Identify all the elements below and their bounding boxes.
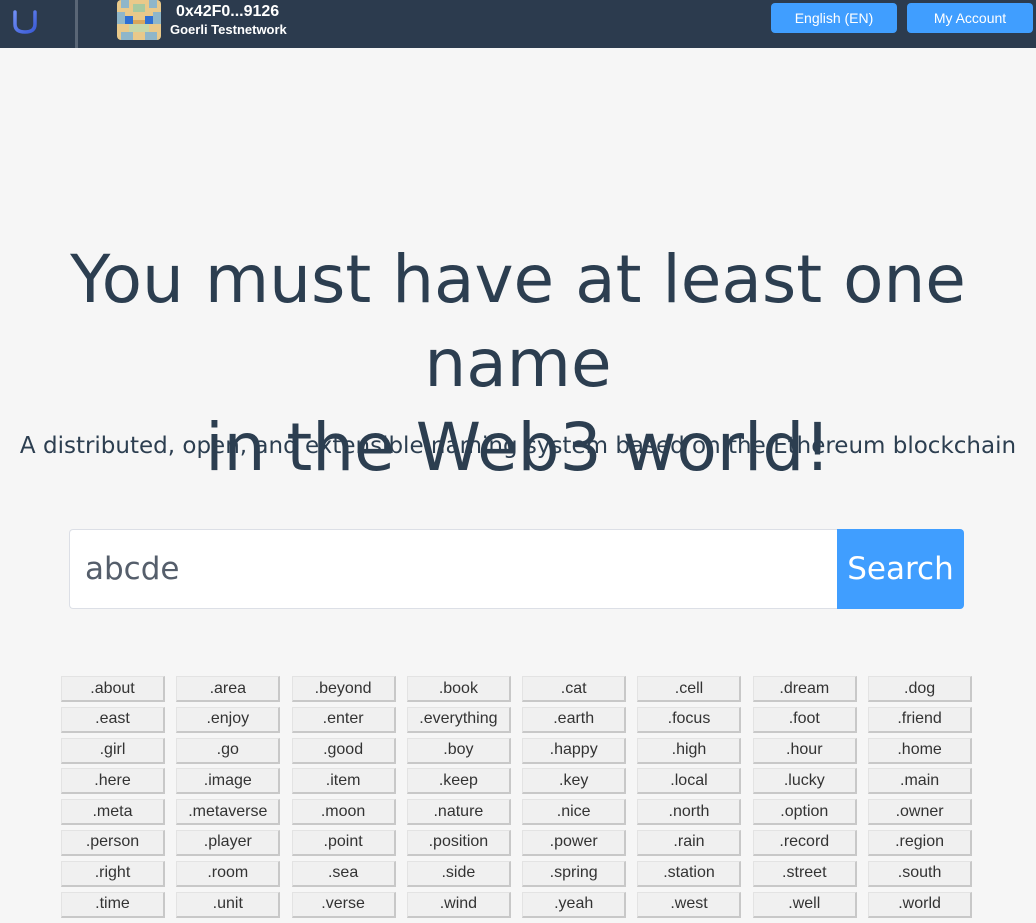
suffix-tag[interactable]: .local bbox=[637, 768, 742, 795]
header-divider bbox=[75, 0, 78, 48]
suffix-tag[interactable]: .about bbox=[61, 676, 165, 702]
suffix-tag[interactable]: .side bbox=[406, 860, 511, 887]
suffix-tag[interactable]: .image bbox=[176, 768, 281, 795]
search-button[interactable]: Search bbox=[837, 529, 964, 609]
suffix-tag[interactable]: .meta bbox=[61, 799, 165, 826]
suffix-tag[interactable]: .player bbox=[176, 829, 281, 856]
suffix-tag[interactable]: .dream bbox=[752, 676, 857, 702]
suffix-tag[interactable]: .position bbox=[406, 829, 511, 856]
suffix-tag[interactable]: .book bbox=[406, 676, 511, 702]
suffix-tag[interactable]: .friend bbox=[868, 706, 973, 733]
suffix-tag[interactable]: .owner bbox=[868, 799, 973, 826]
hero-title-line1: You must have at least one name bbox=[70, 241, 966, 402]
suffix-tag[interactable]: .high bbox=[637, 737, 742, 764]
suffix-tag[interactable]: .area bbox=[176, 676, 281, 702]
suffix-tag[interactable]: .everything bbox=[406, 706, 511, 733]
suffix-tag-grid: .about .area .beyond .book .cat .cell .dream .d… bbox=[61, 676, 973, 918]
suffix-tag[interactable]: .point bbox=[291, 829, 396, 856]
wallet-address[interactable]: 0x42F0...9126 bbox=[176, 3, 279, 21]
suffix-tag[interactable]: .wind bbox=[406, 891, 511, 918]
suffix-tag[interactable]: .main bbox=[868, 768, 973, 795]
suffix-tag[interactable]: .dog bbox=[868, 676, 973, 702]
suffix-tag[interactable]: .cell bbox=[637, 676, 742, 702]
suffix-tag[interactable]: .street bbox=[752, 860, 857, 887]
suffix-tag[interactable]: .focus bbox=[637, 706, 742, 733]
suffix-tag[interactable]: .keep bbox=[406, 768, 511, 795]
suffix-tag[interactable]: .metaverse bbox=[176, 799, 281, 826]
u-letter-logo-icon[interactable] bbox=[10, 6, 40, 38]
suffix-tag[interactable]: .person bbox=[61, 829, 165, 856]
suffix-tag[interactable]: .north bbox=[637, 799, 742, 826]
suffix-tag[interactable]: .room bbox=[176, 860, 281, 887]
suffix-tag[interactable]: .right bbox=[61, 860, 165, 887]
search-input[interactable] bbox=[69, 529, 838, 609]
suffix-tag[interactable]: .unit bbox=[176, 891, 281, 918]
suffix-tag[interactable]: .moon bbox=[291, 799, 396, 826]
suffix-tag[interactable]: .spring bbox=[522, 860, 627, 887]
suffix-tag[interactable]: .station bbox=[637, 860, 742, 887]
suffix-tag[interactable]: .hour bbox=[752, 737, 857, 764]
pixel-avatar-icon[interactable] bbox=[117, 0, 161, 40]
suffix-tag[interactable]: .power bbox=[522, 829, 627, 856]
suffix-tag[interactable]: .lucky bbox=[752, 768, 857, 795]
suffix-tag[interactable]: .key bbox=[522, 768, 627, 795]
suffix-tag[interactable]: .region bbox=[868, 829, 973, 856]
suffix-tag[interactable]: .foot bbox=[752, 706, 857, 733]
suffix-tag[interactable]: .home bbox=[868, 737, 973, 764]
suffix-tag[interactable]: .world bbox=[868, 891, 973, 918]
suffix-tag[interactable]: .cat bbox=[522, 676, 627, 702]
suffix-tag[interactable]: .rain bbox=[637, 829, 742, 856]
suffix-tag[interactable]: .west bbox=[637, 891, 742, 918]
suffix-tag[interactable]: .boy bbox=[406, 737, 511, 764]
suffix-tag[interactable]: .east bbox=[61, 706, 165, 733]
hero-subtitle: A distributed, open, and extensible nami… bbox=[19, 433, 1017, 459]
suffix-tag[interactable]: .sea bbox=[291, 860, 396, 887]
top-navigation-bar: 0x42F0...9126 Goerli Testnetwork English… bbox=[0, 0, 1036, 48]
suffix-tag[interactable]: .nature bbox=[406, 799, 511, 826]
suffix-tag[interactable]: .enter bbox=[291, 706, 396, 733]
suffix-tag[interactable]: .record bbox=[752, 829, 857, 856]
suffix-tag[interactable]: .nice bbox=[522, 799, 627, 826]
suffix-tag[interactable]: .south bbox=[868, 860, 973, 887]
suffix-tag[interactable]: .go bbox=[176, 737, 281, 764]
suffix-tag[interactable]: .well bbox=[752, 891, 857, 918]
suffix-tag[interactable]: .enjoy bbox=[176, 706, 281, 733]
suffix-tag[interactable]: .beyond bbox=[291, 676, 396, 702]
suffix-tag[interactable]: .earth bbox=[522, 706, 627, 733]
suffix-tag[interactable]: .verse bbox=[291, 891, 396, 918]
suffix-tag[interactable]: .girl bbox=[61, 737, 165, 764]
suffix-tag[interactable]: .happy bbox=[522, 737, 627, 764]
language-button[interactable]: English (EN) bbox=[771, 3, 897, 33]
suffix-tag[interactable]: .time bbox=[61, 891, 165, 918]
suffix-tag[interactable]: .good bbox=[291, 737, 396, 764]
my-account-button[interactable]: My Account bbox=[907, 3, 1033, 33]
suffix-tag[interactable]: .here bbox=[61, 768, 165, 795]
suffix-tag[interactable]: .option bbox=[752, 799, 857, 826]
suffix-tag[interactable]: .yeah bbox=[522, 891, 627, 918]
network-name: Goerli Testnetwork bbox=[170, 22, 287, 37]
suffix-tag[interactable]: .item bbox=[291, 768, 396, 795]
